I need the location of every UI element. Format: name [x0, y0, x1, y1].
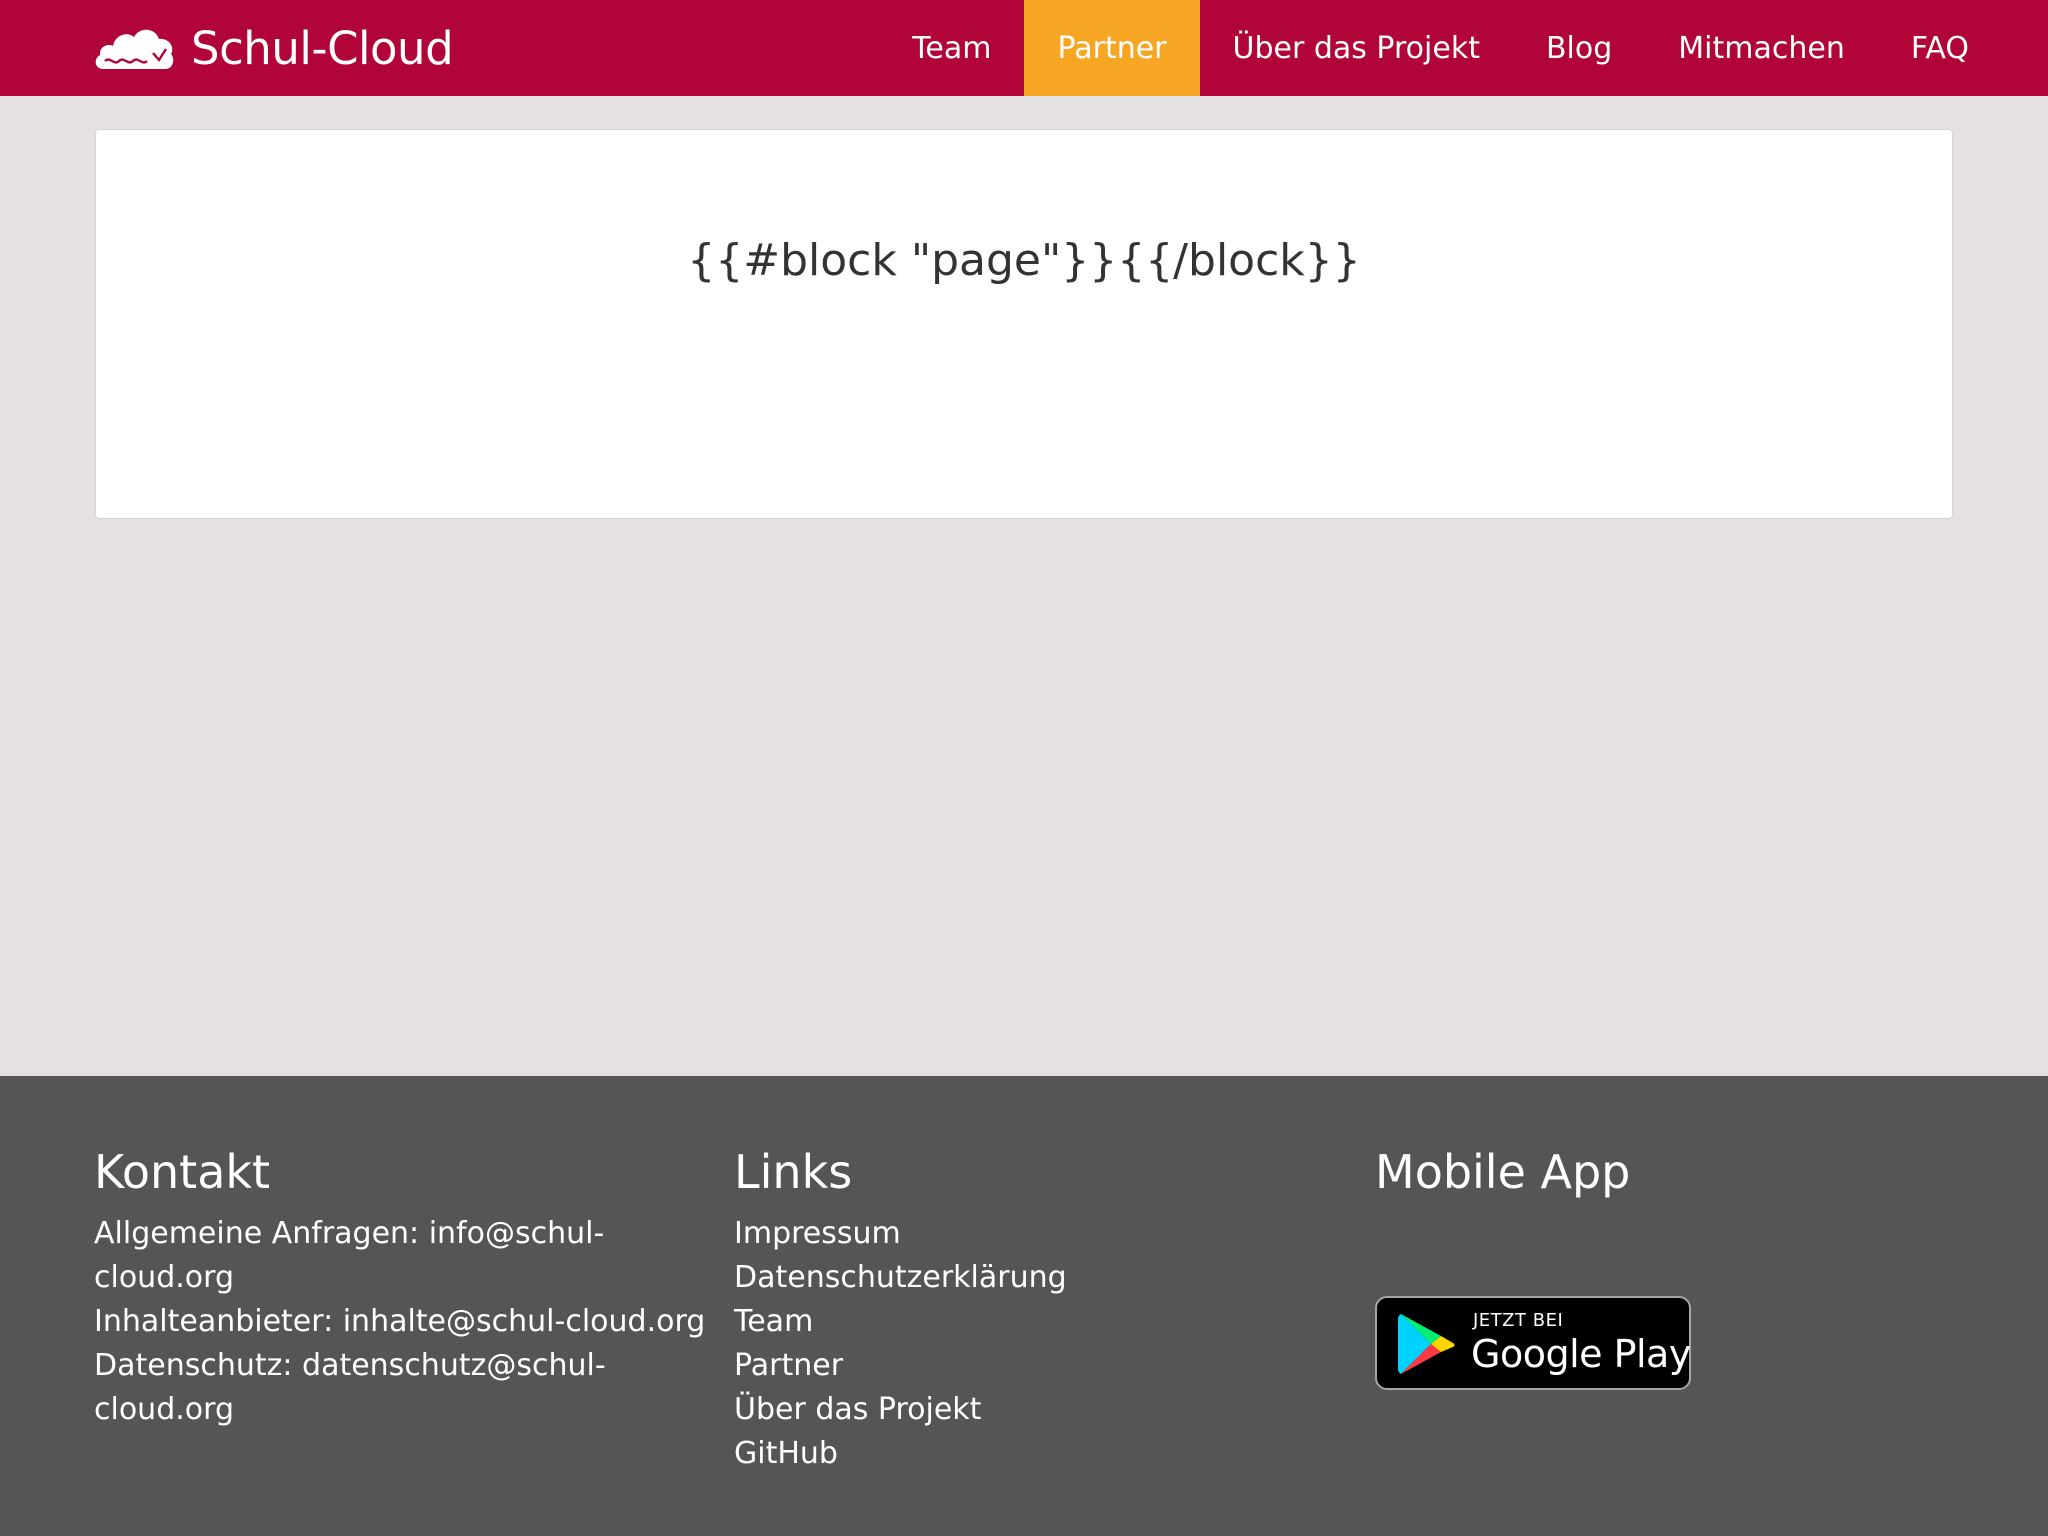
nav-faq[interactable]: FAQ	[1878, 0, 2002, 96]
footer-link-partner[interactable]: Partner	[734, 1344, 1334, 1388]
brand-name: Schul-Cloud	[191, 21, 454, 75]
cloud-icon	[95, 29, 174, 69]
content-card: {{#block "page"}}{{/block}}	[95, 129, 1953, 519]
privacy-contact-link-cont[interactable]: cloud.org	[94, 1388, 694, 1432]
template-placeholder-text: {{#block "page"}}{{/block}}	[687, 234, 1361, 286]
footer-link-team[interactable]: Team	[734, 1300, 1334, 1344]
main-nav: Team Partner Über das Projekt Blog Mitma…	[879, 0, 2002, 96]
footer-link-github[interactable]: GitHub	[734, 1432, 1334, 1476]
general-inquiries-link-cont[interactable]: cloud.org	[94, 1256, 694, 1300]
footer: Kontakt Allgemeine Anfragen: info@schul-…	[0, 1076, 2048, 1536]
badge-big-text: Google Play	[1471, 1332, 1691, 1376]
footer-link-datenschutz[interactable]: Datenschutzerklärung	[734, 1256, 1334, 1300]
mobile-app-heading: Mobile App	[1375, 1145, 1631, 1199]
google-play-badge[interactable]: JETZT BEI Google Play	[1375, 1296, 1691, 1390]
nav-mitmachen[interactable]: Mitmachen	[1645, 0, 1878, 96]
nav-blog[interactable]: Blog	[1513, 0, 1645, 96]
general-inquiries-link[interactable]: Allgemeine Anfragen: info@schul-	[94, 1212, 694, 1256]
nav-team[interactable]: Team	[879, 0, 1024, 96]
footer-link-impressum[interactable]: Impressum	[734, 1212, 1334, 1256]
kontakt-heading: Kontakt	[94, 1145, 271, 1199]
nav-partner[interactable]: Partner	[1024, 0, 1200, 96]
top-navbar: Schul-Cloud Team Partner Über das Projek…	[0, 0, 2048, 96]
footer-link-ueber-das-projekt[interactable]: Über das Projekt	[734, 1388, 1334, 1432]
content-providers-link[interactable]: Inhalteanbieter: inhalte@schul-cloud.org	[94, 1300, 705, 1344]
google-play-icon	[1398, 1314, 1455, 1374]
nav-ueber-das-projekt[interactable]: Über das Projekt	[1200, 0, 1513, 96]
footer-kontakt: Kontakt Allgemeine Anfragen: info@schul-…	[94, 1142, 705, 1432]
footer-links: Links Impressum Datenschutzerklärung Tea…	[734, 1142, 1334, 1476]
footer-mobile-app: Mobile App JETZT BEI Google Play	[1375, 1142, 1975, 1390]
links-heading: Links	[734, 1145, 853, 1199]
brand-link[interactable]: Schul-Cloud	[93, 0, 454, 96]
page: Schul-Cloud Team Partner Über das Projek…	[0, 0, 2048, 1536]
badge-small-text: JETZT BEI	[1473, 1310, 1564, 1331]
privacy-contact-link[interactable]: Datenschutz: datenschutz@schul-	[94, 1344, 694, 1388]
